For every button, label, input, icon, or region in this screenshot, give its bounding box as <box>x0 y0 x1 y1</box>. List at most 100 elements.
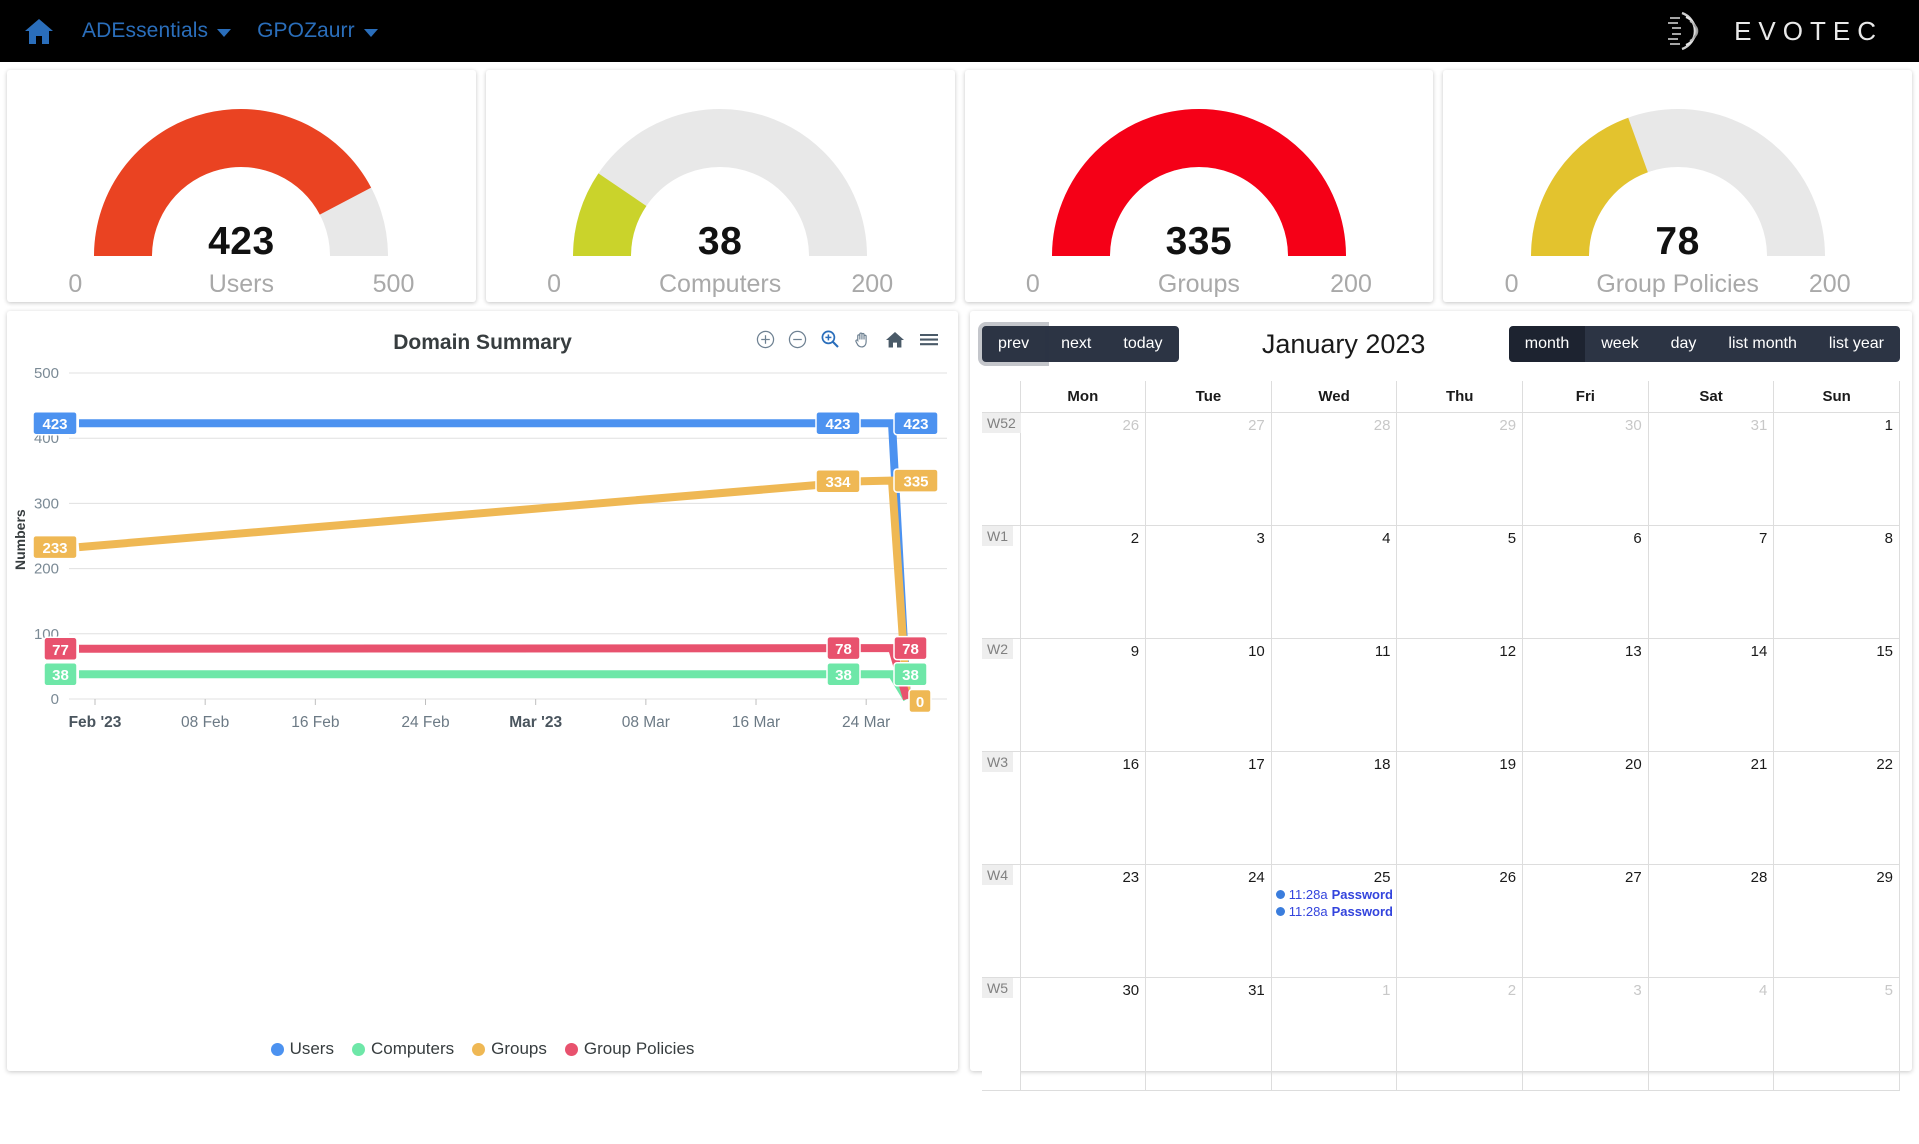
calendar-day-cell[interactable]: 12 <box>1396 638 1524 752</box>
top-navbar: ADEssentials GPOZaurr EVOTEC <box>0 0 1919 62</box>
menu-icon[interactable] <box>918 330 940 349</box>
legend-color-dot <box>351 1042 365 1056</box>
calendar-day-cell[interactable]: 31 <box>1647 412 1775 526</box>
calendar-today-button[interactable]: today <box>1107 326 1179 362</box>
svg-text:334: 334 <box>825 474 851 491</box>
calendar-day-cell[interactable]: 30 <box>1522 412 1649 526</box>
calendar-day-cell[interactable]: 26 <box>1396 864 1524 978</box>
week-number-cell[interactable]: W2 <box>982 638 1021 752</box>
calendar-day-cell[interactable]: 21 <box>1647 751 1775 865</box>
day-number: 10 <box>1248 643 1265 660</box>
day-number: 2 <box>1130 530 1140 547</box>
legend-item-computers[interactable]: Computers <box>351 1039 454 1059</box>
event-time: 11:28a <box>1288 904 1328 919</box>
calendar-day-cell[interactable]: 27 <box>1522 864 1649 978</box>
home-icon[interactable] <box>22 16 56 46</box>
data-label: 423 <box>815 410 861 436</box>
nav-item-gpozaurr[interactable]: GPOZaurr <box>257 19 378 43</box>
week-number-cell[interactable]: W52 <box>982 412 1021 526</box>
calendar-day-cell[interactable]: 11 <box>1270 638 1398 752</box>
calendar-day-cell[interactable]: 29 <box>1396 412 1524 526</box>
nav-item-adessentials[interactable]: ADEssentials <box>82 19 232 43</box>
calendar-day-cell[interactable]: 29 <box>1773 864 1900 978</box>
calendar-view-day-button[interactable]: day <box>1654 326 1713 362</box>
calendar-day-cell[interactable]: 17 <box>1145 751 1272 865</box>
day-number: 14 <box>1750 643 1768 660</box>
day-header-fri: Fri <box>1522 381 1649 413</box>
zoom-out-icon[interactable] <box>788 330 807 349</box>
calendar-prev-button[interactable]: prev <box>982 326 1046 362</box>
calendar-next-button[interactable]: next <box>1045 326 1108 362</box>
data-label: 233 <box>32 534 78 560</box>
calendar-view-month-button[interactable]: month <box>1508 326 1586 362</box>
calendar-day-cell[interactable]: 5 <box>1773 977 1900 1091</box>
calendar-day-cell[interactable]: 2 <box>1019 525 1147 639</box>
calendar-day-cell[interactable]: 9 <box>1019 638 1147 752</box>
panning-hand-icon[interactable] <box>853 330 872 349</box>
calendar-day-cell[interactable]: 1 <box>1773 412 1900 526</box>
calendar-nav-buttons: prev next today <box>982 326 1179 362</box>
series-line[interactable] <box>79 419 911 700</box>
calendar-day-cell[interactable]: 3 <box>1522 977 1649 1091</box>
day-number: 27 <box>1248 417 1265 434</box>
calendar-day-cell[interactable]: 28 <box>1647 864 1775 978</box>
calendar-view-list-year-button[interactable]: list year <box>1812 326 1900 362</box>
calendar-day-cell[interactable]: 16 <box>1019 751 1147 865</box>
legend-item-users[interactable]: Users <box>270 1039 334 1059</box>
week-number-cell[interactable]: W1 <box>982 525 1021 639</box>
calendar-event[interactable]: 11:28aPassword Qualit <box>1272 903 1397 920</box>
calendar-day-cell[interactable]: 20 <box>1522 751 1649 865</box>
nav-item-label: ADEssentials <box>82 19 209 42</box>
calendar-day-cell[interactable]: 23 <box>1019 864 1147 978</box>
week-number-cell[interactable]: W3 <box>982 751 1021 865</box>
series-line[interactable] <box>78 476 911 700</box>
calendar-day-cell[interactable]: 18 <box>1270 751 1398 865</box>
calendar-day-cell[interactable]: 7 <box>1647 525 1775 639</box>
calendar-day-cell[interactable]: 19 <box>1396 751 1524 865</box>
calendar-day-cell[interactable]: 4 <box>1270 525 1398 639</box>
calendar-day-cell[interactable]: 24 <box>1145 864 1272 978</box>
domain-summary-chart[interactable]: 0100200300400500NumbersFeb '23 08 Feb 16 F… <box>7 359 958 779</box>
zoom-in-icon[interactable] <box>756 330 775 349</box>
calendar-event[interactable]: 11:28aPassword Qualit <box>1272 886 1397 903</box>
calendar-day-cell[interactable]: 4 <box>1647 977 1775 1091</box>
calendar-view-buttons: month week day list month list year <box>1508 326 1900 362</box>
calendar-view-list-month-button[interactable]: list month <box>1712 326 1813 362</box>
calendar-day-cell[interactable]: 8 <box>1773 525 1900 639</box>
gauge-title: Users <box>208 270 275 298</box>
calendar-day-cell[interactable]: 31 <box>1145 977 1272 1091</box>
day-number: 8 <box>1884 530 1893 547</box>
x-axis-tick: Feb '23 <box>69 714 122 731</box>
gauge-card-groups: 335 0 200 Groups <box>964 70 1434 302</box>
svg-text:423: 423 <box>42 416 67 433</box>
calendar-day-cell[interactable]: 3 <box>1145 525 1272 639</box>
calendar-day-cell[interactable]: 15 <box>1773 638 1900 752</box>
calendar-day-cell[interactable]: 2511:28aPassword Qualit11:28aPassword Qu… <box>1270 864 1398 978</box>
x-axis-tick: 16 Mar <box>732 714 780 731</box>
legend-color-dot <box>270 1042 284 1056</box>
day-number: 21 <box>1750 756 1768 773</box>
day-number: 3 <box>1256 530 1265 547</box>
week-number-cell[interactable]: W5 <box>982 977 1021 1091</box>
calendar-day-cell[interactable]: 2 <box>1396 977 1524 1091</box>
reset-zoom-home-icon[interactable] <box>885 330 905 349</box>
calendar-day-cell[interactable]: 28 <box>1270 412 1398 526</box>
legend-item-group-policies[interactable]: Group Policies <box>564 1039 694 1059</box>
calendar-day-cell[interactable]: 26 <box>1019 412 1147 526</box>
calendar-day-cell[interactable]: 1 <box>1270 977 1398 1091</box>
calendar-day-cell[interactable]: 22 <box>1773 751 1900 865</box>
week-number-cell[interactable]: W4 <box>982 864 1021 978</box>
calendar-day-cell[interactable]: 5 <box>1396 525 1524 639</box>
day-number: 23 <box>1122 869 1140 886</box>
calendar-day-cell[interactable]: 30 <box>1019 977 1147 1091</box>
calendar-day-cell[interactable]: 27 <box>1145 412 1272 526</box>
calendar-day-cell[interactable]: 10 <box>1145 638 1272 752</box>
calendar-day-cell[interactable]: 14 <box>1647 638 1775 752</box>
selection-zoom-icon[interactable] <box>820 329 840 349</box>
legend-item-groups[interactable]: Groups <box>472 1039 547 1059</box>
calendar-toolbar: prev next today January 2023 month week day l… <box>982 321 1900 367</box>
calendar-day-cell[interactable]: 13 <box>1522 638 1649 752</box>
series-line[interactable] <box>79 670 911 702</box>
calendar-view-week-button[interactable]: week <box>1585 326 1655 362</box>
calendar-day-cell[interactable]: 6 <box>1522 525 1649 639</box>
